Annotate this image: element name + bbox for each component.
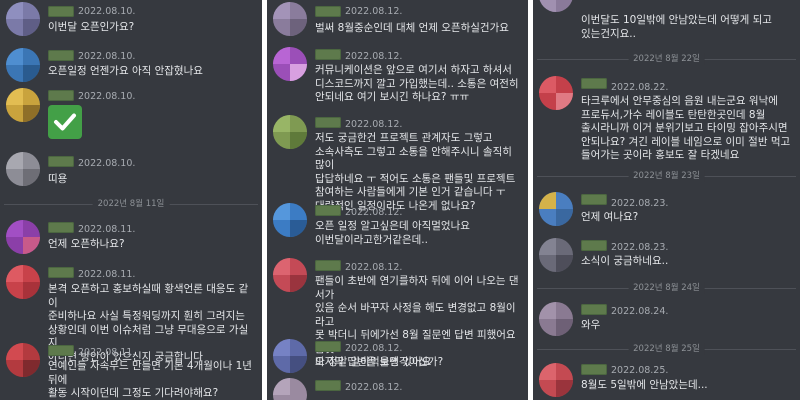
timestamp: 2022.08.25. [611, 365, 669, 376]
username-blurred[interactable] [48, 156, 74, 167]
username-blurred[interactable] [48, 267, 74, 278]
avatar[interactable] [539, 363, 573, 397]
username-blurred[interactable] [581, 364, 607, 375]
avatar[interactable] [273, 2, 307, 36]
timestamp: 2022.08.12. [345, 119, 403, 130]
timestamp: 2022.08.10. [78, 6, 136, 17]
username-blurred[interactable] [315, 117, 341, 128]
timestamp: 2022.08.12. [345, 343, 403, 354]
message-text: 이번달 오픈인가요? [48, 21, 135, 33]
avatar[interactable] [539, 76, 573, 110]
message-text: 8월도 5일밖에 안남았는데... [581, 379, 708, 391]
username-blurred[interactable] [315, 6, 341, 17]
avatar[interactable] [6, 152, 40, 186]
timestamp: 2022.08.12. [345, 207, 403, 218]
avatar[interactable] [539, 192, 573, 226]
avatar[interactable] [6, 220, 40, 254]
message-text: 오 정말 알아먹을생각이신가? [315, 356, 444, 368]
avatar[interactable] [539, 0, 573, 12]
avatar[interactable] [6, 48, 40, 82]
message-text: 오픈일정 언젠가요 아직 안잡혔나요 [48, 65, 203, 77]
username-blurred[interactable] [48, 50, 74, 61]
avatar[interactable] [539, 302, 573, 336]
message-text: 소식이 궁금하네요.. [581, 255, 669, 267]
timestamp: 2022.08.10. [78, 51, 136, 62]
date-divider: 2022년 8월 24일 [537, 282, 796, 294]
avatar[interactable] [539, 238, 573, 272]
username-blurred[interactable] [315, 49, 341, 60]
message-text: 벌써 8월중순인데 대체 언제 오픈하실건가요 [315, 22, 509, 34]
date-divider: 2022년 8월 22일 [537, 53, 796, 65]
avatar[interactable] [6, 88, 40, 122]
message-text: 타크루에서 안무중심의 음원 내는군요 워낙에 프로듀서,가수 레이블도 탄탄한… [581, 95, 791, 161]
timestamp: 2022.08.12. [345, 262, 403, 273]
avatar[interactable] [273, 47, 307, 81]
timestamp: 2022.08.23. [611, 242, 669, 253]
date-divider: 2022년 8월 23일 [537, 170, 796, 182]
avatar[interactable] [6, 343, 40, 377]
chat-panel-2: 2022.08.12. 벌써 8월중순인데 대체 언제 오픈하실건가요 2022… [267, 0, 528, 400]
username-blurred[interactable] [581, 194, 607, 205]
avatar[interactable] [273, 258, 307, 292]
timestamp: 2022.08.12. [345, 51, 403, 62]
username-blurred[interactable] [581, 240, 607, 251]
chat-panel-1: 2022.08.10. 이번달 오픈인가요? 2022.08.10. 오픈일정 … [0, 0, 262, 400]
message-text: 띠용 [48, 173, 68, 185]
timestamp: 2022.08.24. [611, 306, 669, 317]
message-text: 이번달도 10일밖에 안남았는데 어떻게 되고 있는건지요.. [581, 14, 772, 40]
message-text: 언제 여나요? [581, 211, 639, 223]
avatar[interactable] [273, 115, 307, 149]
timestamp: 2022.08.22. [611, 82, 669, 93]
message-text: 와우 [581, 319, 601, 331]
username-blurred[interactable] [48, 222, 74, 233]
username-blurred[interactable] [48, 6, 74, 17]
check-mark-emoji-icon [48, 105, 82, 139]
timestamp: 2022.08.10. [78, 158, 136, 169]
timestamp: 2022.08.23. [611, 198, 669, 209]
avatar[interactable] [273, 339, 307, 373]
username-blurred[interactable] [315, 380, 341, 391]
username-blurred[interactable] [48, 345, 74, 356]
username-blurred[interactable] [48, 90, 74, 101]
timestamp: 2022.08.11. [78, 347, 136, 358]
timestamp: 2022.08.12. [345, 6, 403, 17]
timestamp: 2022.08.10. [78, 91, 136, 102]
avatar[interactable] [6, 2, 40, 36]
username-blurred[interactable] [315, 341, 341, 352]
chat-panel-3: 이번달도 10일밖에 안남았는데 어떻게 되고 있는건지요.. 2022년 8월… [533, 0, 800, 400]
username-blurred[interactable] [581, 78, 607, 89]
message-text: 연예인들 자속무드 만들면 기본 4개월이나 1년뒤에 활동 시작이던데 그정도… [48, 360, 252, 399]
message-text: 저도 궁금한건 프로젝트 관계자도 그렇고 소속사측도 그렇고 소통을 안해주시… [315, 132, 516, 212]
avatar[interactable] [6, 265, 40, 299]
message-text: 언제 오픈하나요? [48, 238, 125, 250]
username-blurred[interactable] [581, 304, 607, 315]
timestamp: 2022.08.12. [345, 382, 403, 393]
avatar[interactable] [273, 203, 307, 237]
timestamp: 2022.08.11. [78, 269, 136, 280]
username-blurred[interactable] [315, 205, 341, 216]
message-text: 커뮤니케이션은 앞으로 여기서 하자고 하셔서 디스코드까지 깔고 가입했는데.… [315, 64, 519, 103]
avatar[interactable] [273, 378, 307, 400]
username-blurred[interactable] [315, 260, 341, 271]
message-text: 오픈 일정 알고싶은데 아직멀었나요 이번달이라고한거같은데.. [315, 220, 470, 246]
date-divider: 2022년 8월 11일 [4, 198, 258, 210]
date-divider: 2022년 8월 25일 [537, 343, 796, 355]
timestamp: 2022.08.11. [78, 224, 136, 235]
